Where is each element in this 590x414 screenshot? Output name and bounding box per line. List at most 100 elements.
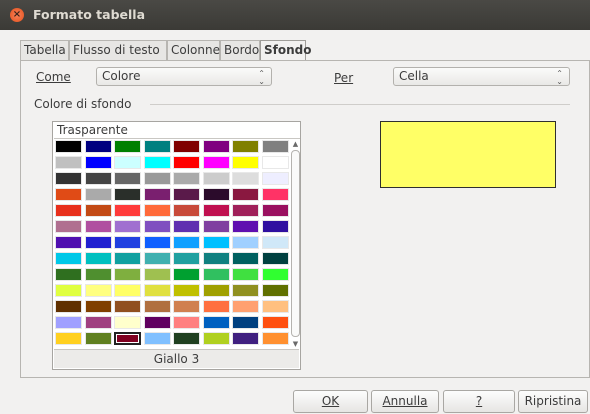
come-select[interactable]: Colore ⌃ ⌄	[96, 67, 272, 86]
ripristina-button[interactable]: Ripristina	[518, 390, 588, 413]
color-swatch[interactable]	[55, 284, 82, 297]
color-swatch[interactable]	[55, 220, 82, 233]
color-swatch[interactable]	[173, 332, 200, 345]
color-swatch[interactable]	[202, 268, 230, 281]
color-swatch[interactable]	[114, 188, 141, 201]
color-swatch[interactable]	[173, 316, 200, 329]
color-swatch[interactable]	[55, 140, 82, 153]
color-swatch[interactable]	[173, 220, 200, 233]
color-swatch[interactable]	[114, 268, 141, 281]
color-swatch[interactable]	[114, 204, 141, 217]
color-swatch[interactable]	[143, 140, 171, 153]
color-swatch[interactable]	[202, 300, 230, 313]
tab-colonne[interactable]: Colonne	[167, 40, 220, 60]
color-swatch[interactable]	[232, 172, 259, 185]
color-swatch[interactable]	[202, 156, 230, 169]
color-swatch[interactable]	[202, 140, 230, 153]
color-swatch[interactable]	[143, 204, 171, 217]
color-swatch[interactable]	[55, 172, 82, 185]
color-swatch[interactable]	[143, 156, 171, 169]
color-swatch[interactable]	[202, 252, 230, 265]
color-swatch[interactable]	[84, 140, 112, 153]
color-swatch[interactable]	[143, 268, 171, 281]
palette-scrollbar[interactable]: ▲ ▼	[291, 140, 300, 349]
color-swatch[interactable]	[114, 332, 141, 345]
color-swatch[interactable]	[114, 220, 141, 233]
color-swatch[interactable]	[232, 156, 259, 169]
color-swatch[interactable]	[261, 220, 289, 233]
tab-tabella[interactable]: Tabella	[20, 40, 69, 60]
color-swatch[interactable]	[143, 332, 171, 345]
color-swatch[interactable]	[84, 204, 112, 217]
color-swatch[interactable]	[143, 284, 171, 297]
color-swatch[interactable]	[202, 188, 230, 201]
color-swatch[interactable]	[55, 236, 82, 249]
color-swatch[interactable]	[202, 316, 230, 329]
color-swatch[interactable]	[232, 252, 259, 265]
color-swatch[interactable]	[114, 252, 141, 265]
color-swatch[interactable]	[202, 220, 230, 233]
color-swatch[interactable]	[55, 332, 82, 345]
color-swatch[interactable]	[261, 204, 289, 217]
color-swatch[interactable]	[114, 156, 141, 169]
color-swatch[interactable]	[261, 316, 289, 329]
color-swatch[interactable]	[114, 316, 141, 329]
color-swatch[interactable]	[232, 140, 259, 153]
color-swatch[interactable]	[232, 284, 259, 297]
color-swatch[interactable]	[232, 268, 259, 281]
color-swatch[interactable]	[84, 156, 112, 169]
color-swatch[interactable]	[84, 236, 112, 249]
color-swatch[interactable]	[55, 204, 82, 217]
color-swatch[interactable]	[114, 236, 141, 249]
tab-flusso-di-testo[interactable]: Flusso di testo	[69, 40, 167, 60]
color-swatch[interactable]	[84, 316, 112, 329]
color-swatch[interactable]	[232, 332, 259, 345]
color-swatch[interactable]	[84, 220, 112, 233]
color-swatch[interactable]	[173, 284, 200, 297]
color-swatch[interactable]	[261, 156, 289, 169]
scroll-thumb[interactable]	[291, 150, 300, 337]
color-swatch[interactable]	[173, 236, 200, 249]
color-swatch[interactable]	[143, 236, 171, 249]
color-swatch[interactable]	[84, 252, 112, 265]
color-swatch[interactable]	[173, 300, 200, 313]
color-swatch[interactable]	[55, 252, 82, 265]
color-swatch[interactable]	[202, 332, 230, 345]
color-swatch[interactable]	[261, 252, 289, 265]
color-swatch[interactable]	[261, 236, 289, 249]
color-swatch[interactable]	[232, 300, 259, 313]
color-swatch[interactable]	[202, 204, 230, 217]
color-swatch[interactable]	[202, 172, 230, 185]
color-swatch[interactable]	[84, 332, 112, 345]
color-swatch[interactable]	[173, 252, 200, 265]
color-swatch[interactable]	[143, 188, 171, 201]
color-swatch[interactable]	[55, 300, 82, 313]
color-swatch[interactable]	[173, 172, 200, 185]
color-swatch[interactable]	[55, 316, 82, 329]
ok-button[interactable]: OK	[293, 390, 368, 413]
color-swatch[interactable]	[114, 284, 141, 297]
color-swatch[interactable]	[84, 268, 112, 281]
color-swatch[interactable]	[261, 284, 289, 297]
color-swatch[interactable]	[261, 140, 289, 153]
color-swatch[interactable]	[84, 284, 112, 297]
color-swatch[interactable]	[55, 268, 82, 281]
color-swatch[interactable]	[173, 268, 200, 281]
color-swatch[interactable]	[173, 140, 200, 153]
color-swatch[interactable]	[202, 284, 230, 297]
color-swatch[interactable]	[173, 188, 200, 201]
color-swatch[interactable]	[261, 268, 289, 281]
color-swatch[interactable]	[202, 236, 230, 249]
color-swatch[interactable]	[261, 332, 289, 345]
color-swatch[interactable]	[261, 300, 289, 313]
color-swatch[interactable]	[232, 220, 259, 233]
color-swatch[interactable]	[261, 188, 289, 201]
color-swatch[interactable]	[143, 316, 171, 329]
annulla-button[interactable]: Annulla	[371, 390, 439, 413]
tab-bordo[interactable]: Bordo	[220, 40, 260, 60]
color-swatch[interactable]	[143, 220, 171, 233]
color-swatch[interactable]	[84, 300, 112, 313]
color-swatch[interactable]	[55, 188, 82, 201]
color-swatch[interactable]	[261, 172, 289, 185]
color-swatch[interactable]	[143, 300, 171, 313]
